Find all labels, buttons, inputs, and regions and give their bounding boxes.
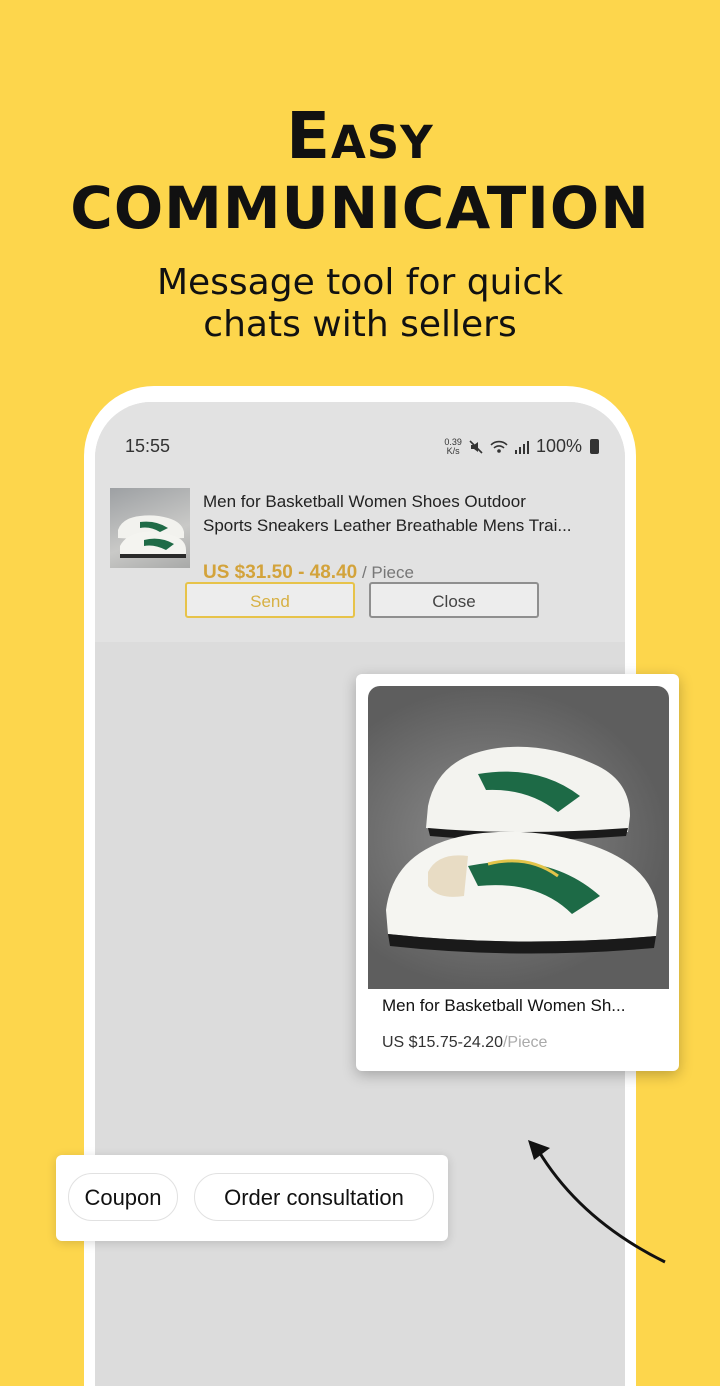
signal-icon [514, 440, 529, 454]
close-button[interactable]: Close [369, 582, 539, 618]
headline-line-1: Easy [286, 100, 434, 174]
send-button[interactable]: Send [185, 582, 355, 618]
subtitle-line-2: chats with sellers [203, 304, 517, 345]
subtitle: Message tool for quick chats with seller… [0, 262, 720, 346]
product-unit: / Piece [357, 563, 414, 582]
product-message-card[interactable]: Men for Basketball Women Sh... US $15.75… [356, 674, 679, 1071]
popup-price-row: US $15.75-24.20/Piece [382, 1034, 547, 1052]
wifi-icon [490, 440, 508, 453]
battery-percent: 100% [535, 436, 582, 456]
pointer-arrow-icon [528, 1140, 666, 1264]
popup-product-title: Men for Basketball Women Sh... [382, 996, 626, 1015]
product-price-row: US $31.50 - 48.40 / Piece [203, 562, 414, 584]
popup-unit: /Piece [502, 1034, 548, 1051]
product-price: US $31.50 - 48.40 [203, 562, 358, 583]
popup-price: US $15.75-24.20 [382, 1034, 503, 1051]
product-title: Men for Basketball Women Shoes Outdoor S… [203, 490, 613, 538]
status-icons: 0.39 K/s 100% [444, 436, 599, 457]
product-image [368, 686, 669, 989]
headline-line-2: COMMUNICATION [70, 174, 650, 242]
product-card[interactable]: Men for Basketball Women Shoes Outdoor S… [95, 464, 625, 642]
status-time: 15:55 [125, 436, 171, 456]
product-thumbnail [110, 488, 190, 568]
network-speed: 0.39 K/s [444, 437, 462, 456]
subtitle-line-1: Message tool for quick [156, 262, 564, 303]
network-speed-unit: K/s [446, 445, 460, 456]
mute-icon [469, 439, 483, 454]
battery-icon [590, 439, 599, 454]
product-title-line-1: Men for Basketball Women Shoes Outdoor [203, 492, 526, 511]
order-consultation-chip[interactable]: Order consultation [194, 1173, 434, 1221]
product-title-line-2: Sports Sneakers Leather Breathable Mens … [203, 516, 572, 535]
quick-reply-bar: Coupon Order consultation [56, 1155, 448, 1241]
coupon-chip[interactable]: Coupon [68, 1173, 178, 1221]
status-bar: 15:55 0.39 K/s 100% [95, 402, 625, 464]
